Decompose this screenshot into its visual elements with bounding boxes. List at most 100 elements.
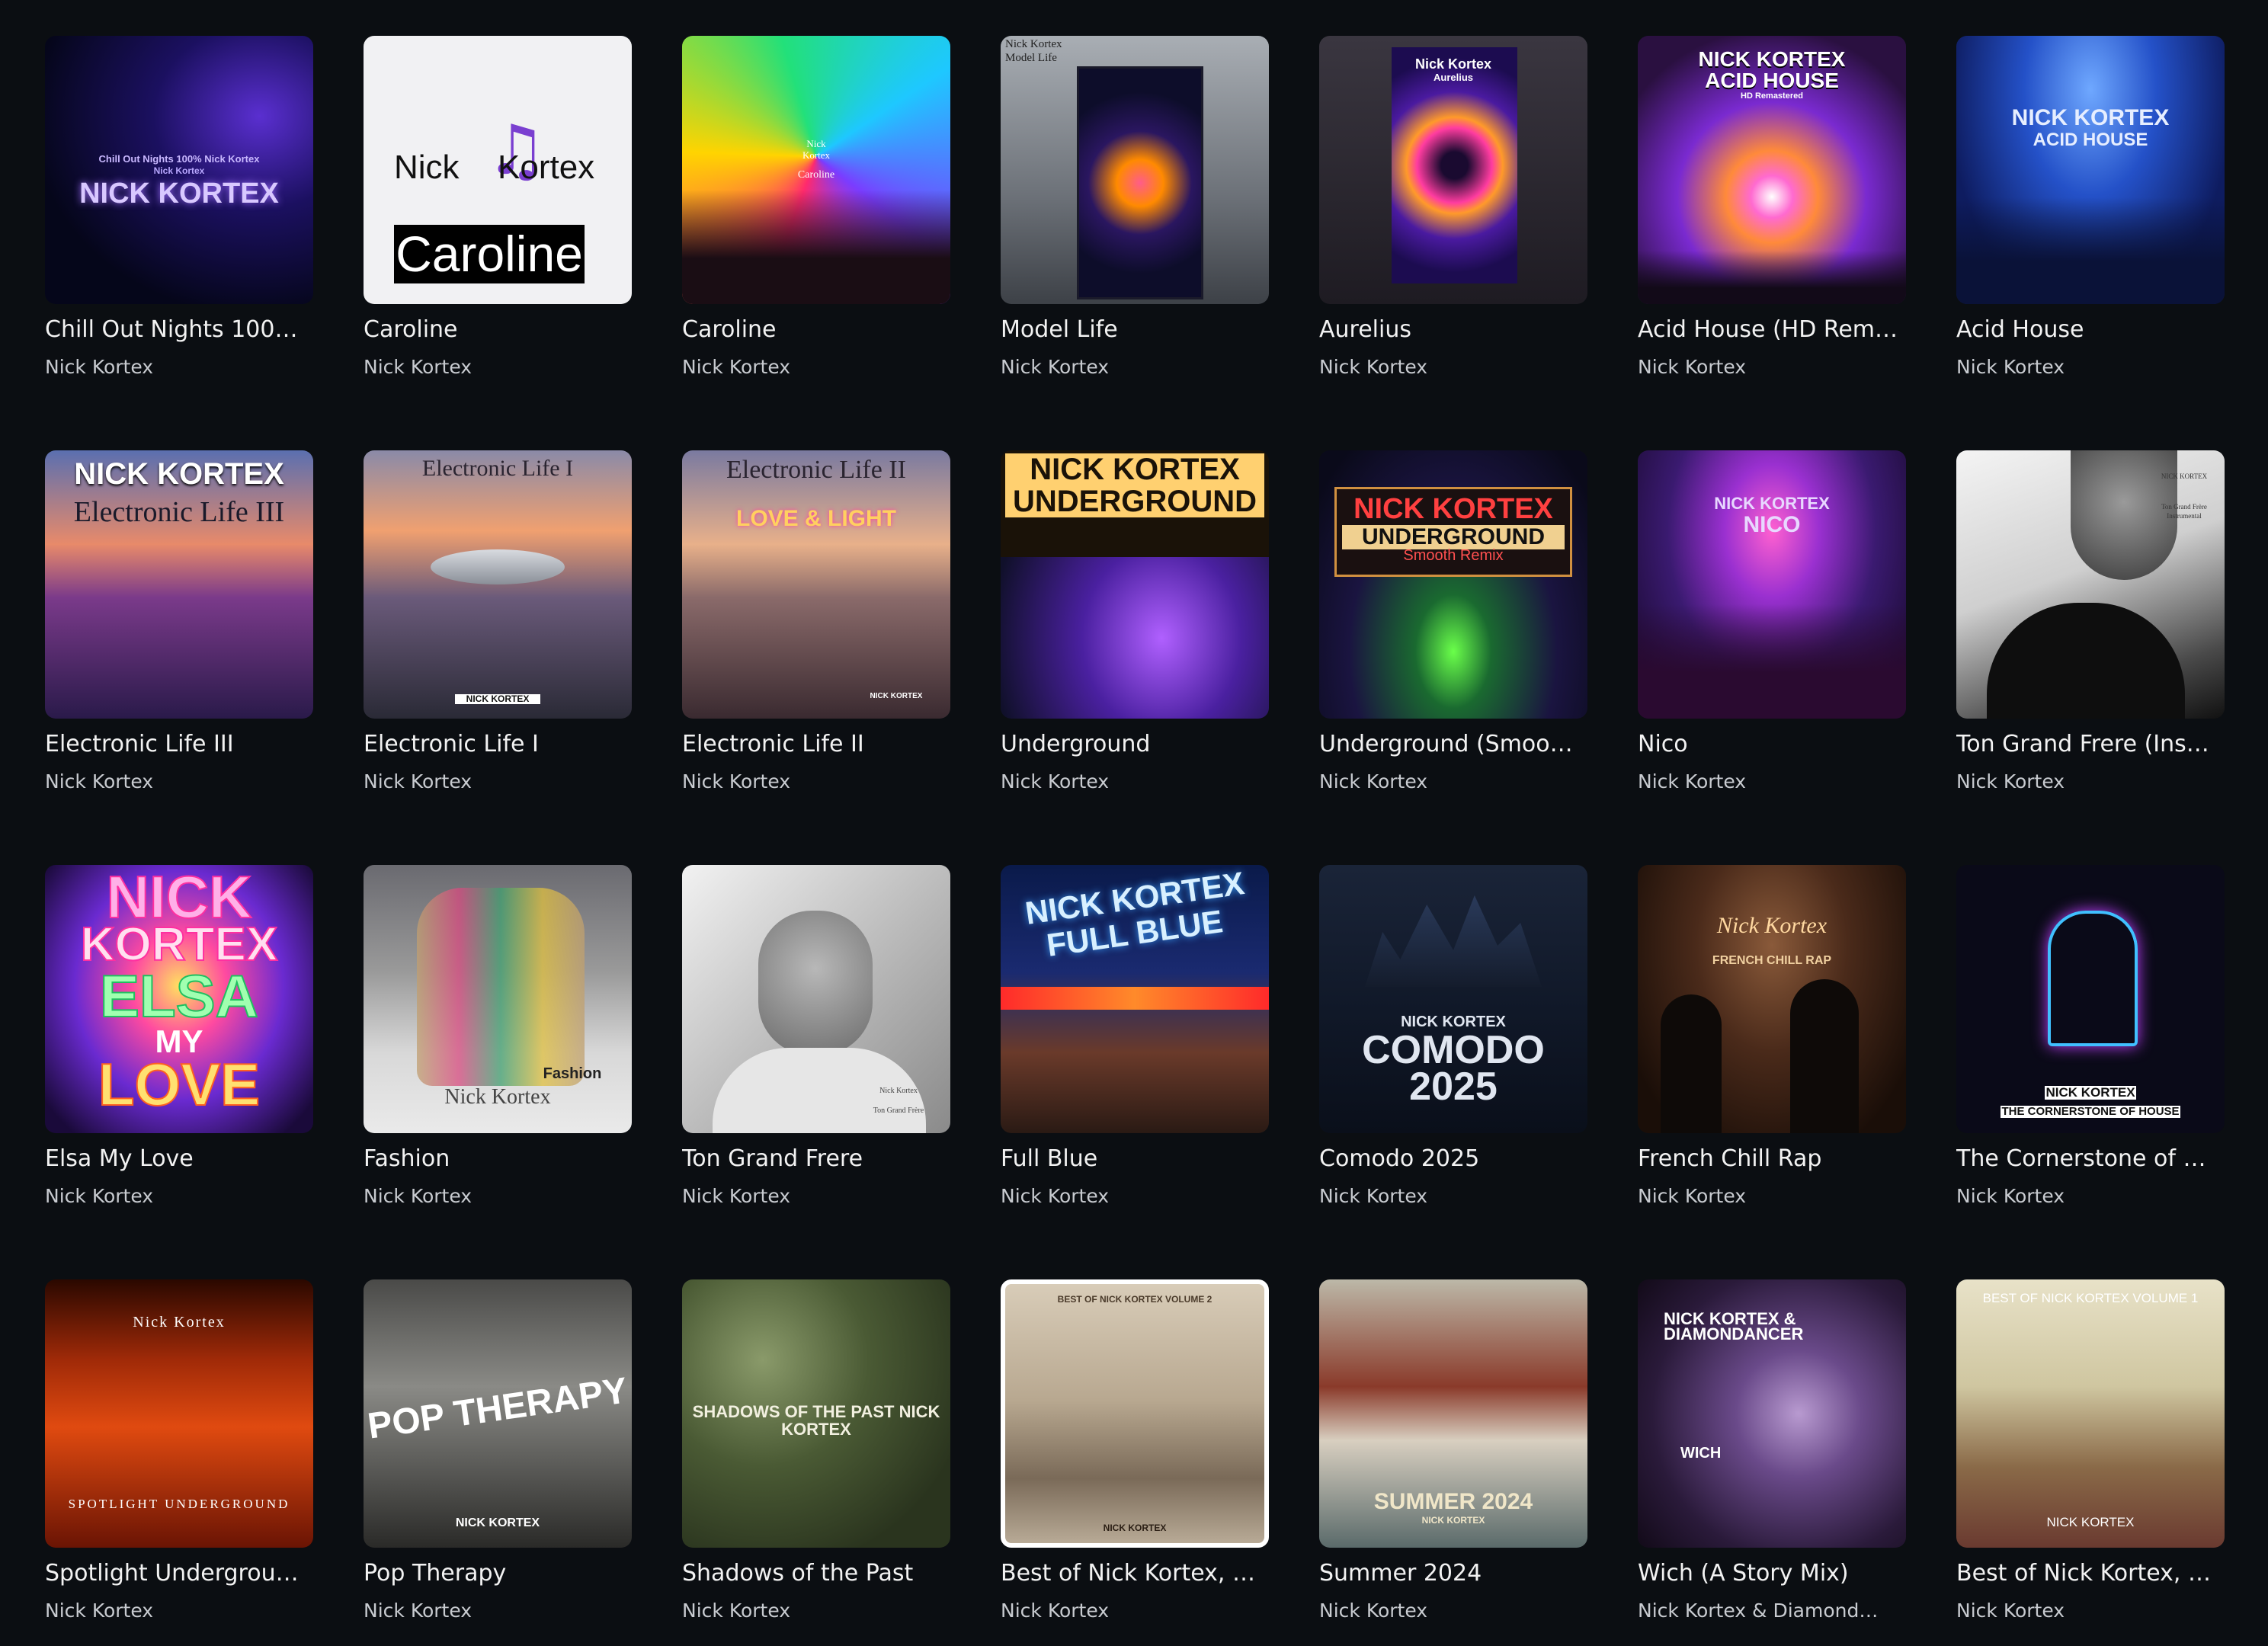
album-artist[interactable]: Nick Kortex bbox=[364, 1185, 632, 1207]
album-title[interactable]: Comodo 2025 bbox=[1319, 1145, 1587, 1172]
album-cover[interactable]: Nick Kortex Aurelius bbox=[1319, 36, 1587, 304]
album-card[interactable]: NICK KORTEX ACID HOUSE HD Remastered Aci… bbox=[1638, 36, 1906, 378]
album-artist[interactable]: Nick Kortex bbox=[1001, 1185, 1269, 1207]
album-cover[interactable]: NICK KORTEX UNDERGROUND bbox=[1001, 450, 1269, 719]
album-card[interactable]: Nick Kortex Model Life Model Life Nick K… bbox=[1001, 36, 1269, 378]
album-card[interactable]: Nick Kortex SPOTLIGHT UNDERGROUND Spotli… bbox=[45, 1279, 313, 1622]
album-cover[interactable]: NICK KORTEX NICO bbox=[1638, 450, 1906, 719]
album-card[interactable]: SUMMER 2024 NICK KORTEX Summer 2024 Nick… bbox=[1319, 1279, 1587, 1622]
album-card[interactable]: NICK KORTEX THE CORNERSTONE OF HOUSE The… bbox=[1956, 865, 2225, 1207]
album-title[interactable]: Acid House bbox=[1956, 316, 2225, 343]
album-cover[interactable]: BEST OF NICK KORTEX VOLUME 1 NICK KORTEX bbox=[1956, 1279, 2225, 1548]
album-cover[interactable]: NICK KORTEX FULL BLUE bbox=[1001, 865, 1269, 1133]
album-artist[interactable]: Nick Kortex bbox=[1001, 1600, 1269, 1622]
album-artist[interactable]: Nick Kortex bbox=[364, 1600, 632, 1622]
album-card[interactable]: NICK KORTEX NICO Nico Nick Kortex bbox=[1638, 450, 1906, 793]
album-cover[interactable]: Nick Kortex SPOTLIGHT UNDERGROUND bbox=[45, 1279, 313, 1548]
album-card[interactable]: Nick Kortex FRENCH CHILL RAP French Chil… bbox=[1638, 865, 1906, 1207]
album-cover[interactable]: Chill Out Nights 100% Nick Kortex Nick K… bbox=[45, 36, 313, 304]
album-cover[interactable]: Nick Kortex Caroline bbox=[682, 36, 950, 304]
album-title[interactable]: Pop Therapy bbox=[364, 1560, 632, 1587]
album-card[interactable]: Nick Kortex Caroline Caroline Nick Korte… bbox=[682, 36, 950, 378]
album-title[interactable]: Full Blue bbox=[1001, 1145, 1269, 1172]
album-cover[interactable]: NICK KORTEX ELSA MY LOVE bbox=[45, 865, 313, 1133]
album-title[interactable]: Elsa My Love bbox=[45, 1145, 313, 1172]
album-card[interactable]: SHADOWS OF THE PAST NICK KORTEX Shadows … bbox=[682, 1279, 950, 1622]
album-artist[interactable]: Nick Kortex bbox=[682, 770, 950, 793]
album-card[interactable]: NICK KORTEX ACID HOUSE Acid House Nick K… bbox=[1956, 36, 2225, 378]
album-title[interactable]: Ton Grand Frere (Ins… bbox=[1956, 731, 2225, 757]
album-artist[interactable]: Nick Kortex bbox=[45, 1600, 313, 1622]
album-cover[interactable]: NICK KORTEX COMODO 2025 bbox=[1319, 865, 1587, 1133]
album-cover[interactable]: BEST OF NICK KORTEX VOLUME 2 NICK KORTEX bbox=[1001, 1279, 1269, 1548]
album-cover[interactable]: Fashion Nick Kortex bbox=[364, 865, 632, 1133]
album-artist[interactable]: Nick Kortex bbox=[1956, 1185, 2225, 1207]
album-cover[interactable]: SHADOWS OF THE PAST NICK KORTEX bbox=[682, 1279, 950, 1548]
album-artist[interactable]: Nick Kortex bbox=[1638, 770, 1906, 793]
album-cover[interactable]: Electronic Life I NICK KORTEX bbox=[364, 450, 632, 719]
album-title[interactable]: Nico bbox=[1638, 731, 1906, 757]
album-card[interactable]: NICK KORTEX COMODO 2025 Comodo 2025 Nick… bbox=[1319, 865, 1587, 1207]
album-artist[interactable]: Nick Kortex bbox=[1001, 356, 1269, 378]
album-artist[interactable]: Nick Kortex bbox=[1956, 1600, 2225, 1622]
album-cover[interactable]: NICK KORTEX Electronic Life III bbox=[45, 450, 313, 719]
album-title[interactable]: Spotlight Undergrou… bbox=[45, 1560, 313, 1587]
album-cover[interactable]: Nick ♫ Kortex Caroline bbox=[364, 36, 632, 304]
album-title[interactable]: Caroline bbox=[682, 316, 950, 343]
album-card[interactable]: BEST OF NICK KORTEX VOLUME 1 NICK KORTEX… bbox=[1956, 1279, 2225, 1622]
album-title[interactable]: Best of Nick Kortex, … bbox=[1001, 1560, 1269, 1587]
album-artist[interactable]: Nick Kortex bbox=[45, 356, 313, 378]
album-cover[interactable]: Electronic Life II LOVE & LIGHT NICK KOR… bbox=[682, 450, 950, 719]
album-cover[interactable]: NICK KORTEX ACID HOUSE HD Remastered bbox=[1638, 36, 1906, 304]
album-artist[interactable]: Nick Kortex bbox=[45, 770, 313, 793]
album-card[interactable]: NICK KORTEX & DIAMONDANCER WICH Wich (A … bbox=[1638, 1279, 1906, 1622]
album-cover[interactable]: SUMMER 2024 NICK KORTEX bbox=[1319, 1279, 1587, 1548]
album-title[interactable]: Aurelius bbox=[1319, 316, 1587, 343]
album-title[interactable]: Fashion bbox=[364, 1145, 632, 1172]
album-artist[interactable]: Nick Kortex bbox=[1001, 770, 1269, 793]
album-title[interactable]: Electronic Life III bbox=[45, 731, 313, 757]
album-title[interactable]: Ton Grand Frere bbox=[682, 1145, 950, 1172]
album-cover[interactable]: NICK KORTEX & DIAMONDANCER WICH bbox=[1638, 1279, 1906, 1548]
album-artist[interactable]: Nick Kortex bbox=[682, 1185, 950, 1207]
album-card[interactable]: NICK KORTEX UNDERGROUND Underground Nick… bbox=[1001, 450, 1269, 793]
album-title[interactable]: The Cornerstone of … bbox=[1956, 1145, 2225, 1172]
album-card[interactable]: NICK KORTEX FULL BLUE Full Blue Nick Kor… bbox=[1001, 865, 1269, 1207]
album-title[interactable]: Wich (A Story Mix) bbox=[1638, 1560, 1906, 1587]
album-title[interactable]: Electronic Life II bbox=[682, 731, 950, 757]
album-title[interactable]: Shadows of the Past bbox=[682, 1560, 950, 1587]
album-title[interactable]: Best of Nick Kortex, … bbox=[1956, 1560, 2225, 1587]
album-cover[interactable]: NICK KORTEX ACID HOUSE bbox=[1956, 36, 2225, 304]
album-title[interactable]: Underground (Smoo… bbox=[1319, 731, 1587, 757]
album-card[interactable]: Nick Kortex Ton Grand Frère Ton Grand Fr… bbox=[682, 865, 950, 1207]
album-title[interactable]: Caroline bbox=[364, 316, 632, 343]
album-artist[interactable]: Nick Kortex bbox=[682, 1600, 950, 1622]
album-title[interactable]: French Chill Rap bbox=[1638, 1145, 1906, 1172]
album-cover[interactable]: Nick Kortex Model Life bbox=[1001, 36, 1269, 304]
album-card[interactable]: Fashion Nick Kortex Fashion Nick Kortex bbox=[364, 865, 632, 1207]
album-artist[interactable]: Nick Kortex bbox=[1319, 356, 1587, 378]
album-artist[interactable]: Nick Kortex bbox=[1319, 1600, 1587, 1622]
album-card[interactable]: NICK KORTEX Electronic Life III Electron… bbox=[45, 450, 313, 793]
album-card[interactable]: Electronic Life I NICK KORTEX Electronic… bbox=[364, 450, 632, 793]
album-cover[interactable]: Nick Kortex Ton Grand Frère bbox=[682, 865, 950, 1133]
album-title[interactable]: Underground bbox=[1001, 731, 1269, 757]
album-title[interactable]: Electronic Life I bbox=[364, 731, 632, 757]
album-card[interactable]: Chill Out Nights 100% Nick Kortex Nick K… bbox=[45, 36, 313, 378]
album-artist[interactable]: Nick Kortex bbox=[1956, 356, 2225, 378]
album-artist[interactable]: Nick Kortex bbox=[1638, 1185, 1906, 1207]
album-artist[interactable]: Nick Kortex bbox=[364, 356, 632, 378]
album-title[interactable]: Chill Out Nights 100… bbox=[45, 316, 313, 343]
album-card[interactable]: Nick ♫ Kortex Caroline Caroline Nick Kor… bbox=[364, 36, 632, 378]
album-card[interactable]: NICK KORTEX Ton Grand Frère Instrumental… bbox=[1956, 450, 2225, 793]
album-cover[interactable]: POP THERAPY NICK KORTEX bbox=[364, 1279, 632, 1548]
album-cover[interactable]: NICK KORTEX UNDERGROUND Smooth Remix bbox=[1319, 450, 1587, 719]
album-cover[interactable]: NICK KORTEX THE CORNERSTONE OF HOUSE bbox=[1956, 865, 2225, 1133]
album-artist[interactable]: Nick Kortex bbox=[1319, 1185, 1587, 1207]
album-artist[interactable]: Nick Kortex bbox=[45, 1185, 313, 1207]
album-card[interactable]: NICK KORTEX ELSA MY LOVE Elsa My Love Ni… bbox=[45, 865, 313, 1207]
album-card[interactable]: BEST OF NICK KORTEX VOLUME 2 NICK KORTEX… bbox=[1001, 1279, 1269, 1622]
album-artist[interactable]: Nick Kortex bbox=[1956, 770, 2225, 793]
album-title[interactable]: Model Life bbox=[1001, 316, 1269, 343]
album-cover[interactable]: NICK KORTEX Ton Grand Frère Instrumental bbox=[1956, 450, 2225, 719]
